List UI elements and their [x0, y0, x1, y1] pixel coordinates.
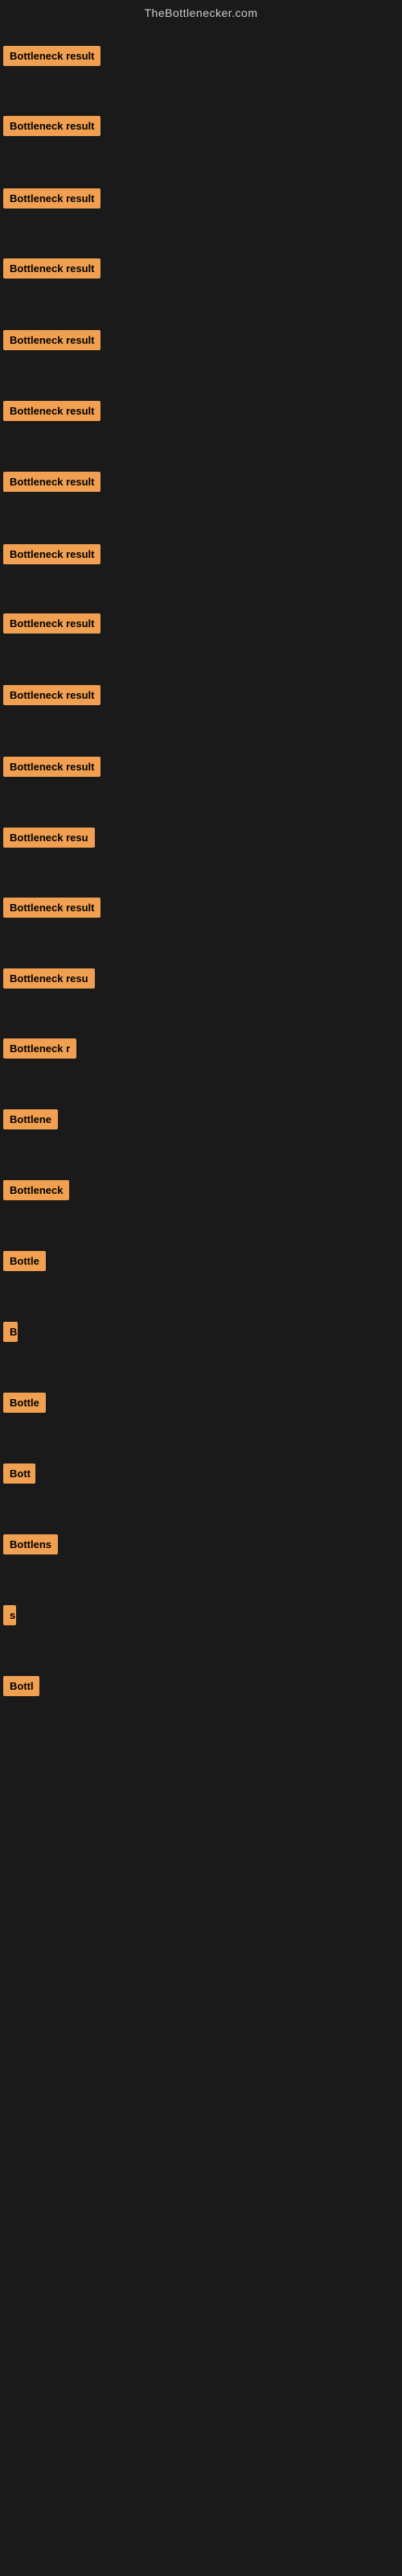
bottleneck-badge-8[interactable]: Bottleneck result — [3, 544, 100, 564]
result-block-8: Bottleneck result — [3, 544, 100, 568]
result-block-16: Bottlene — [3, 1109, 58, 1133]
result-block-10: Bottleneck result — [3, 685, 100, 709]
page-container: TheBottlenecker.com Bottleneck result Bot… — [0, 0, 402, 2576]
bottleneck-badge-4[interactable]: Bottleneck result — [3, 258, 100, 279]
result-block-13: Bottleneck result — [3, 898, 100, 922]
bottleneck-badge-6[interactable]: Bottleneck result — [3, 401, 100, 421]
bottleneck-badge-7[interactable]: Bottleneck result — [3, 472, 100, 492]
bottleneck-badge-18[interactable]: Bottle — [3, 1251, 46, 1271]
bottleneck-badge-17[interactable]: Bottleneck — [3, 1180, 69, 1200]
result-block-19: B — [3, 1322, 18, 1346]
bottleneck-badge-11[interactable]: Bottleneck result — [3, 757, 100, 777]
result-block-7: Bottleneck result — [3, 472, 100, 496]
bottleneck-badge-19[interactable]: B — [3, 1322, 18, 1342]
bottleneck-badge-24[interactable]: Bottl — [3, 1676, 39, 1696]
result-block-14: Bottleneck resu — [3, 968, 95, 993]
result-block-23: s — [3, 1605, 16, 1629]
result-block-15: Bottleneck r — [3, 1038, 76, 1063]
result-block-18: Bottle — [3, 1251, 46, 1275]
result-block-4: Bottleneck result — [3, 258, 100, 283]
result-block-1: Bottleneck result — [3, 46, 100, 70]
result-block-2: Bottleneck result — [3, 116, 100, 140]
result-block-24: Bottl — [3, 1676, 39, 1700]
bottleneck-badge-9[interactable]: Bottleneck result — [3, 613, 100, 634]
result-block-5: Bottleneck result — [3, 330, 100, 354]
bottleneck-badge-13[interactable]: Bottleneck result — [3, 898, 100, 918]
result-block-21: Bott — [3, 1463, 35, 1488]
result-block-22: Bottlens — [3, 1534, 58, 1558]
result-block-6: Bottleneck result — [3, 401, 100, 425]
result-block-12: Bottleneck resu — [3, 828, 95, 852]
bottleneck-badge-2[interactable]: Bottleneck result — [3, 116, 100, 136]
bottleneck-badge-14[interactable]: Bottleneck resu — [3, 968, 95, 989]
bottleneck-badge-12[interactable]: Bottleneck resu — [3, 828, 95, 848]
bottleneck-badge-22[interactable]: Bottlens — [3, 1534, 58, 1554]
bottleneck-badge-23[interactable]: s — [3, 1605, 16, 1625]
bottleneck-badge-15[interactable]: Bottleneck r — [3, 1038, 76, 1059]
bottleneck-badge-3[interactable]: Bottleneck result — [3, 188, 100, 208]
bottleneck-badge-5[interactable]: Bottleneck result — [3, 330, 100, 350]
result-block-17: Bottleneck — [3, 1180, 69, 1204]
site-title: TheBottlenecker.com — [0, 0, 402, 23]
result-block-20: Bottle — [3, 1393, 46, 1417]
result-block-3: Bottleneck result — [3, 188, 100, 213]
result-block-9: Bottleneck result — [3, 613, 100, 638]
bottleneck-badge-16[interactable]: Bottlene — [3, 1109, 58, 1129]
bottleneck-badge-21[interactable]: Bott — [3, 1463, 35, 1484]
bottleneck-badge-20[interactable]: Bottle — [3, 1393, 46, 1413]
bottleneck-badge-1[interactable]: Bottleneck result — [3, 46, 100, 66]
result-block-11: Bottleneck result — [3, 757, 100, 781]
bottleneck-badge-10[interactable]: Bottleneck result — [3, 685, 100, 705]
